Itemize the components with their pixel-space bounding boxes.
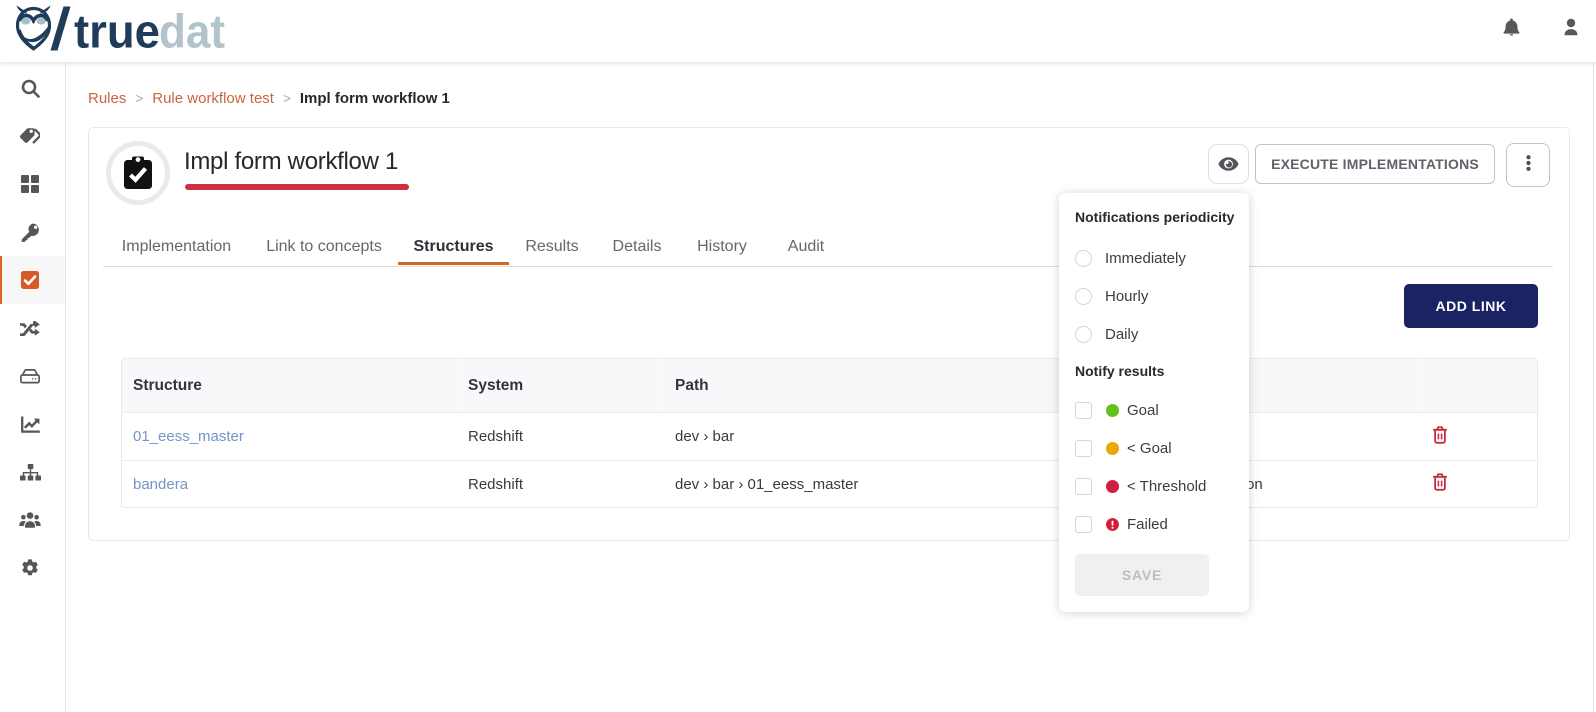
svg-text:true: true [74,5,160,53]
svg-text:dat: dat [159,5,225,53]
